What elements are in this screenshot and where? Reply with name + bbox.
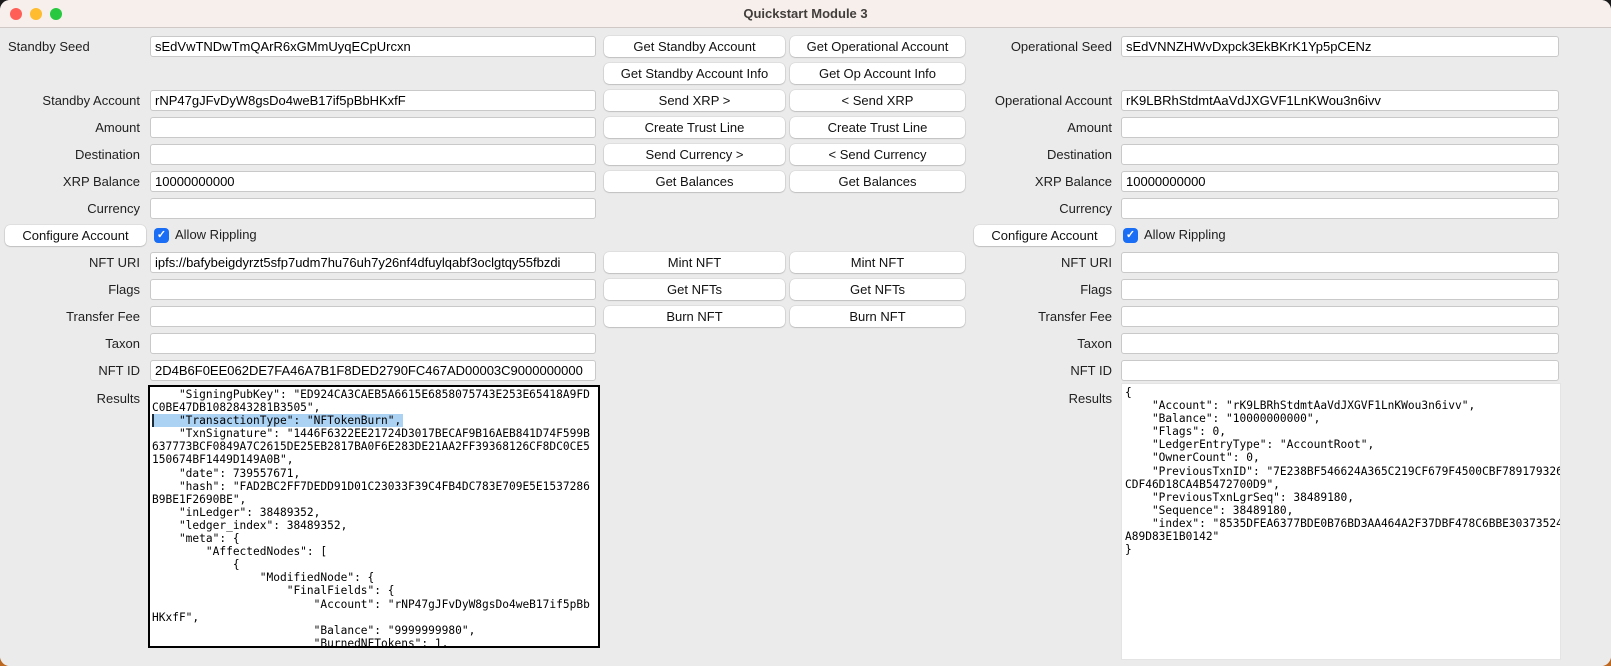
standby-results-text-after: "TxnSignature": "1446F6322EE21724D3017BE… (152, 427, 598, 648)
zoom-button[interactable] (50, 8, 62, 20)
operational-account-input[interactable] (1121, 90, 1559, 111)
operational-results-label: Results (950, 388, 1117, 409)
operational-account-label: Operational Account (950, 90, 1117, 111)
standby-taxon-input[interactable] (150, 333, 596, 354)
operational-flags-input[interactable] (1121, 279, 1559, 300)
operational-seed-input[interactable] (1121, 36, 1559, 57)
standby-account-label: Standby Account (0, 90, 145, 111)
mint-nft-op-button[interactable]: Mint NFT (790, 252, 965, 273)
get-op-account-info-button[interactable]: Get Op Account Info (790, 63, 965, 84)
operational-nft-id-input[interactable] (1121, 360, 1559, 381)
mint-nft-standby-button[interactable]: Mint NFT (604, 252, 785, 273)
standby-seed-input[interactable] (150, 36, 596, 57)
operational-results-textarea[interactable]: { "Account": "rK9LBRhStdmtAaVdJXGVF1LnKW… (1121, 383, 1561, 660)
operational-amount-input[interactable] (1121, 117, 1559, 138)
standby-results-selected-line: "TransactionType": "NFTokenBurn", (152, 414, 403, 427)
get-nfts-op-button[interactable]: Get NFTs (790, 279, 965, 300)
check-icon: ✓ (157, 229, 166, 241)
operational-configure-account-button[interactable]: Configure Account (974, 225, 1115, 246)
standby-results-textarea[interactable]: "SigningPubKey": "ED924CA3CAEB5A6615E685… (148, 385, 600, 648)
operational-results-text: { "Account": "rK9LBRhStdmtAaVdJXGVF1LnKW… (1125, 386, 1560, 556)
standby-nft-uri-input[interactable] (150, 252, 596, 273)
standby-nft-id-label: NFT ID (0, 360, 145, 381)
standby-allow-rippling-checkbox[interactable]: ✓ (154, 228, 169, 243)
operational-flags-label: Flags (950, 279, 1117, 300)
quickstart-window: Quickstart Module 3 Standby Seed Standby… (0, 0, 1611, 666)
operational-nft-uri-input[interactable] (1121, 252, 1559, 273)
send-xrp-left-button[interactable]: < Send XRP (790, 90, 965, 111)
standby-nft-uri-label: NFT URI (0, 252, 145, 273)
operational-destination-label: Destination (950, 144, 1117, 165)
standby-destination-input[interactable] (150, 144, 596, 165)
get-standby-account-info-button[interactable]: Get Standby Account Info (604, 63, 785, 84)
operational-taxon-label: Taxon (950, 333, 1117, 354)
operational-xrp-balance-label: XRP Balance (950, 171, 1117, 192)
standby-xrp-balance-label: XRP Balance (0, 171, 145, 192)
operational-destination-input[interactable] (1121, 144, 1559, 165)
operational-transfer-fee-input[interactable] (1121, 306, 1559, 327)
standby-amount-label: Amount (0, 117, 145, 138)
standby-taxon-label: Taxon (0, 333, 145, 354)
standby-results-label: Results (0, 388, 145, 409)
operational-seed-label: Operational Seed (950, 36, 1117, 57)
traffic-lights (10, 8, 62, 20)
standby-currency-label: Currency (0, 198, 145, 219)
standby-flags-label: Flags (0, 279, 145, 300)
standby-results-text-before: "SigningPubKey": "ED924CA3CAEB5A6615E685… (152, 388, 598, 414)
text-cursor (152, 414, 154, 427)
standby-currency-input[interactable] (150, 198, 596, 219)
create-trust-line-op-button[interactable]: Create Trust Line (790, 117, 965, 138)
standby-nft-id-input[interactable] (150, 360, 596, 381)
send-currency-right-button[interactable]: Send Currency > (604, 144, 785, 165)
burn-nft-standby-button[interactable]: Burn NFT (604, 306, 785, 327)
standby-amount-input[interactable] (150, 117, 596, 138)
get-operational-account-button[interactable]: Get Operational Account (790, 36, 965, 57)
operational-nft-id-label: NFT ID (950, 360, 1117, 381)
create-trust-line-standby-button[interactable]: Create Trust Line (604, 117, 785, 138)
standby-destination-label: Destination (0, 144, 145, 165)
standby-transfer-fee-label: Transfer Fee (0, 306, 145, 327)
operational-amount-label: Amount (950, 117, 1117, 138)
operational-allow-rippling-label: Allow Rippling (1144, 226, 1226, 244)
operational-currency-input[interactable] (1121, 198, 1559, 219)
get-nfts-standby-button[interactable]: Get NFTs (604, 279, 785, 300)
send-xrp-right-button[interactable]: Send XRP > (604, 90, 785, 111)
get-standby-account-button[interactable]: Get Standby Account (604, 36, 785, 57)
standby-seed-label: Standby Seed (0, 36, 145, 57)
standby-flags-input[interactable] (150, 279, 596, 300)
main-content: Standby Seed Standby Account Amount Dest… (0, 29, 1611, 666)
operational-taxon-input[interactable] (1121, 333, 1559, 354)
standby-configure-account-button[interactable]: Configure Account (5, 225, 146, 246)
title-bar[interactable]: Quickstart Module 3 (0, 0, 1611, 28)
operational-allow-rippling-checkbox[interactable]: ✓ (1123, 228, 1138, 243)
check-icon: ✓ (1126, 229, 1135, 241)
standby-allow-rippling-label: Allow Rippling (175, 226, 257, 244)
minimize-button[interactable] (30, 8, 42, 20)
operational-currency-label: Currency (950, 198, 1117, 219)
send-currency-left-button[interactable]: < Send Currency (790, 144, 965, 165)
get-balances-op-button[interactable]: Get Balances (790, 171, 965, 192)
operational-xrp-balance-input[interactable] (1121, 171, 1559, 192)
standby-xrp-balance-input[interactable] (150, 171, 596, 192)
close-button[interactable] (10, 8, 22, 20)
standby-account-input[interactable] (150, 90, 596, 111)
operational-transfer-fee-label: Transfer Fee (950, 306, 1117, 327)
burn-nft-op-button[interactable]: Burn NFT (790, 306, 965, 327)
standby-transfer-fee-input[interactable] (150, 306, 596, 327)
window-title: Quickstart Module 3 (743, 6, 867, 21)
get-balances-standby-button[interactable]: Get Balances (604, 171, 785, 192)
operational-nft-uri-label: NFT URI (950, 252, 1117, 273)
